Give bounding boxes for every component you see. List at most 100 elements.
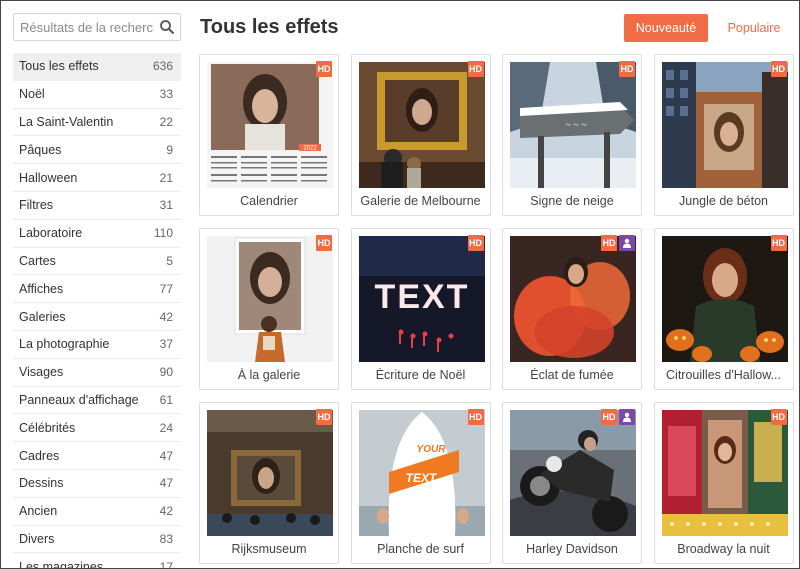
category-count: 77 [159,281,173,296]
category-count: 9 [166,142,173,157]
category-item-paques[interactable]: Pâques 9 [13,136,181,165]
hd-badge: HD [601,235,617,251]
category-item-photographie[interactable]: La photographie 37 [13,331,181,359]
sort-popular-button[interactable]: Populaire [721,14,787,42]
badges: HD [601,409,635,425]
effect-thumbnail [358,62,485,188]
category-item-galeries[interactable]: Galeries 42 [13,303,181,331]
effect-card-signe-neige[interactable]: ~ ~ ~ HD Signe de neige [502,54,642,216]
hd-badge: HD [770,61,787,77]
light-text: TEXT [374,278,469,316]
hd-badge: HD [467,235,484,251]
effect-card-a-la-galerie[interactable]: HD À la galerie [199,228,339,390]
effect-card-citrouilles[interactable]: HD Citrouilles d'Hallow... [653,228,794,390]
category-item-visages[interactable]: Visages 90 [13,359,181,387]
hd-badge: HD [316,235,332,251]
effect-name: Signe de neige [530,194,614,208]
category-label: Cadres [19,448,60,463]
category-label: Panneaux d'affichage [19,392,139,407]
hd-badge: HD [619,61,635,77]
category-item-panneaux[interactable]: Panneaux d'affichage 61 [13,387,181,415]
effect-thumbnail [510,410,636,536]
effect-thumbnail [207,236,333,362]
effect-card-eclat-fumee[interactable]: HD Éclat de fumée [502,228,642,390]
category-item-celebrites[interactable]: Célébrités 24 [13,414,181,443]
effect-card-calendrier[interactable]: 2022 HD Calendrier [199,54,339,216]
category-item-filtres[interactable]: Filtres 31 [13,192,181,220]
category-count: 21 [159,170,173,185]
category-label: Laboratoire [19,226,83,241]
category-count: 17 [159,559,173,569]
effect-thumbnail [207,410,333,536]
effect-name: Éclat de fumée [530,368,614,382]
effect-card-harley-davidson[interactable]: HD Harley Davidson [502,402,642,564]
category-item-ancien[interactable]: Ancien 42 [13,498,181,526]
hd-badge: HD [467,61,484,77]
category-count: 47 [159,448,173,463]
badges: HD [467,61,484,77]
effect-name: À la galerie [237,368,301,382]
category-item-halloween[interactable]: Halloween 21 [13,164,181,192]
category-item-divers[interactable]: Divers 83 [13,526,181,554]
category-item-noel[interactable]: Noël 33 [13,81,181,109]
search-icon[interactable] [159,19,175,35]
effect-card-broadway[interactable]: HD Broadway la nuit [653,402,794,564]
badges: HD [316,235,332,251]
badges: HD [467,409,484,425]
surf-text-text: TEXT [405,471,437,485]
user-icon [619,409,635,425]
search-input[interactable] [14,14,154,40]
category-item-valentin[interactable]: La Saint-Valentin 22 [13,109,181,137]
category-item-all[interactable]: Tous les effets 636 [13,53,181,81]
svg-text:~ ~ ~: ~ ~ ~ [565,120,587,131]
category-count: 5 [166,253,173,268]
hd-badge: HD [770,409,787,425]
category-count: 24 [159,420,173,435]
category-count: 42 [159,504,173,519]
badges: HD [770,61,787,77]
app-window: Tous les effets 636 Noël 33 La Saint-Valen… [0,0,800,569]
category-count: 110 [153,226,173,241]
category-count: 47 [159,476,173,491]
effect-card-galerie-melbourne[interactable]: HD Galerie de Melbourne [350,54,491,216]
sort-newest-button[interactable]: Nouveauté [624,14,708,42]
category-label: Dessins [19,476,64,491]
category-label: Célébrités [19,420,76,435]
category-item-magazines[interactable]: Les magazines 17 [13,553,181,569]
effect-name: Citrouilles d'Hallow... [666,368,781,382]
badges: HD [316,409,332,425]
badges: HD [467,235,484,251]
effect-card-rijksmuseum[interactable]: HD Rijksmuseum [199,402,339,564]
category-label: Noël [19,87,45,102]
effect-card-ecriture-noel[interactable]: TEXT HD Écriture de Noël [350,228,491,390]
category-label: Divers [19,531,55,546]
effect-name: Rijksmuseum [231,542,307,556]
effect-name: Broadway la nuit [677,542,770,556]
hd-badge: HD [316,409,332,425]
effect-thumbnail [510,236,636,362]
category-label: Affiches [19,281,64,296]
effect-name: Écriture de Noël [375,368,466,382]
hd-badge: HD [601,409,617,425]
category-count: 42 [159,309,173,324]
effect-thumbnail [661,62,788,188]
category-count: 90 [159,365,173,380]
category-item-dessins[interactable]: Dessins 47 [13,470,181,498]
category-item-cadres[interactable]: Cadres 47 [13,442,181,470]
effect-name: Planche de surf [377,542,464,556]
category-count: 22 [159,114,173,129]
search-box[interactable] [13,13,181,41]
category-label: La photographie [19,337,110,352]
category-list: Tous les effets 636 Noël 33 La Saint-Valen… [13,53,181,569]
page-title: Tous les effets [200,16,339,38]
effect-thumbnail: ~ ~ ~ [510,62,636,188]
category-item-affiches[interactable]: Affiches 77 [13,275,181,304]
badges: HD [601,235,635,251]
category-item-cartes[interactable]: Cartes 5 [13,248,181,276]
category-item-laboratoire[interactable]: Laboratoire 110 [13,220,181,248]
category-label: Pâques [19,142,62,157]
calendar-year-text: 2022 [303,146,317,152]
category-label: Visages [19,365,64,380]
effect-card-planche-surf[interactable]: YOUR TEXT HD Planche de surf [350,402,491,564]
effect-card-jungle-beton[interactable]: HD Jungle de béton [653,54,794,216]
